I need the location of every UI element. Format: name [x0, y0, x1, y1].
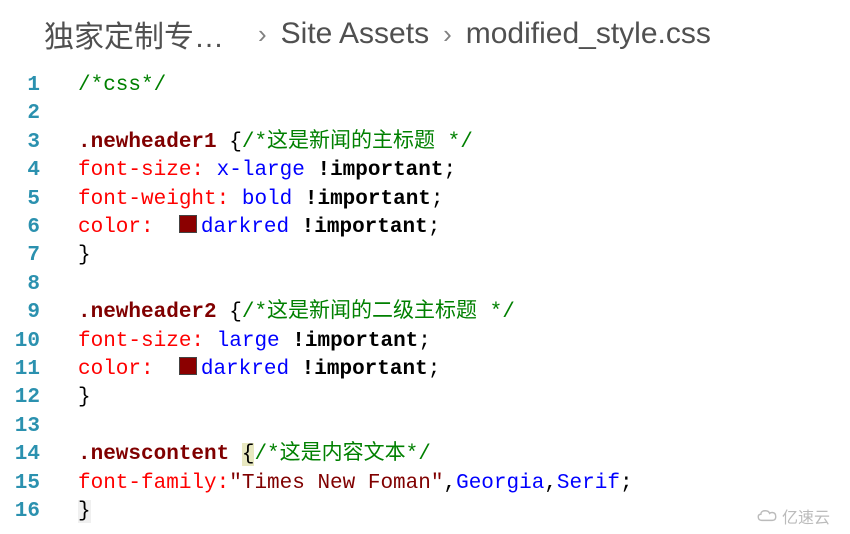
code-token: ,	[544, 472, 557, 495]
code-token	[204, 330, 217, 353]
code-token	[217, 301, 230, 324]
code-line[interactable]: .newheader2 {/*这是新闻的二级主标题 */	[58, 299, 850, 327]
breadcrumb-item[interactable]: 独家定制专属P…	[44, 12, 244, 56]
code-token: ;	[428, 216, 441, 239]
color-swatch-icon	[179, 357, 197, 375]
line-number: 5	[0, 186, 58, 214]
code-token	[217, 131, 230, 154]
code-token: {	[229, 131, 242, 154]
code-line[interactable]: .newscontent {/*这是内容文本*/	[58, 441, 850, 469]
code-token: ;	[431, 188, 444, 211]
code-token: /*这是内容文本*/	[254, 443, 430, 466]
code-token: ;	[620, 472, 633, 495]
code-token	[204, 159, 217, 182]
breadcrumb: 独家定制专属P… › Site Assets › modified_style.…	[0, 0, 850, 60]
code-token: ;	[444, 159, 457, 182]
code-token: font-weight:	[78, 188, 229, 211]
code-token: Serif	[557, 472, 620, 495]
code-line[interactable]: color: darkred !important;	[58, 356, 850, 384]
code-token: .newheader1	[78, 131, 217, 154]
code-token	[289, 358, 302, 381]
code-editor[interactable]: 1/*css*/2 3.newheader1 {/*这是新闻的主标题 */4fo…	[0, 60, 850, 527]
code-token: /*这是新闻的二级主标题 */	[242, 301, 515, 324]
code-token: large	[217, 330, 280, 353]
color-swatch-icon	[179, 215, 197, 233]
line-number: 13	[0, 413, 58, 441]
code-line[interactable]: font-family:"Times New Foman",Georgia,Se…	[58, 470, 850, 498]
line-number: 8	[0, 271, 58, 299]
code-token: /*css*/	[78, 74, 166, 97]
code-token	[280, 330, 293, 353]
code-token: .newheader2	[78, 301, 217, 324]
code-token: "Times New Foman"	[229, 472, 443, 495]
line-number: 12	[0, 384, 58, 412]
code-token: !important	[317, 159, 443, 182]
watermark: 亿速云	[756, 504, 830, 528]
chevron-right-icon: ›	[258, 19, 267, 50]
code-token	[154, 216, 179, 239]
line-number: 10	[0, 328, 58, 356]
code-token	[229, 188, 242, 211]
code-token: }	[78, 244, 91, 267]
code-line[interactable]: .newheader1 {/*这是新闻的主标题 */	[58, 129, 850, 157]
code-token	[305, 159, 318, 182]
code-token: Georgia	[456, 472, 544, 495]
code-token: !important	[292, 330, 418, 353]
code-token: darkred	[201, 216, 289, 239]
code-line[interactable]	[58, 271, 850, 299]
code-line[interactable]: font-weight: bold !important;	[58, 186, 850, 214]
code-token: !important	[305, 188, 431, 211]
code-token: }	[78, 386, 91, 409]
code-token: font-family:	[78, 472, 229, 495]
code-token: /*这是新闻的主标题 */	[242, 131, 473, 154]
code-token	[289, 216, 302, 239]
code-token: }	[78, 500, 91, 523]
code-token: {	[242, 443, 255, 466]
line-number: 2	[0, 100, 58, 128]
code-line[interactable]: font-size: large !important;	[58, 328, 850, 356]
chevron-right-icon: ›	[443, 19, 452, 50]
code-token: ;	[428, 358, 441, 381]
code-token: darkred	[201, 358, 289, 381]
line-number: 7	[0, 242, 58, 270]
code-token: font-size:	[78, 159, 204, 182]
line-number: 15	[0, 470, 58, 498]
code-line[interactable]: font-size: x-large !important;	[58, 157, 850, 185]
code-line[interactable]: }	[58, 242, 850, 270]
line-number: 16	[0, 498, 58, 526]
code-token: ;	[418, 330, 431, 353]
code-token: {	[229, 301, 242, 324]
code-line[interactable]: }	[58, 384, 850, 412]
line-number: 1	[0, 72, 58, 100]
code-line[interactable]: /*css*/	[58, 72, 850, 100]
code-token: !important	[302, 216, 428, 239]
line-number: 9	[0, 299, 58, 327]
line-number: 4	[0, 157, 58, 185]
code-token: bold	[242, 188, 292, 211]
cloud-icon	[756, 509, 778, 523]
code-token: .newscontent	[78, 443, 229, 466]
watermark-text: 亿速云	[782, 504, 830, 528]
code-token	[154, 358, 179, 381]
code-line[interactable]	[58, 100, 850, 128]
code-line[interactable]: }	[58, 498, 850, 526]
code-line[interactable]: color: darkred !important;	[58, 214, 850, 242]
code-token: !important	[302, 358, 428, 381]
line-number: 11	[0, 356, 58, 384]
code-token: x-large	[217, 159, 305, 182]
code-line[interactable]	[58, 413, 850, 441]
code-token	[229, 443, 242, 466]
breadcrumb-item[interactable]: Site Assets	[281, 17, 429, 51]
code-token: color:	[78, 358, 154, 381]
line-number: 3	[0, 129, 58, 157]
code-token: color:	[78, 216, 154, 239]
line-number: 14	[0, 441, 58, 469]
code-token: font-size:	[78, 330, 204, 353]
code-token	[292, 188, 305, 211]
code-token: ,	[443, 472, 456, 495]
breadcrumb-item-current: modified_style.css	[466, 17, 711, 51]
line-number: 6	[0, 214, 58, 242]
